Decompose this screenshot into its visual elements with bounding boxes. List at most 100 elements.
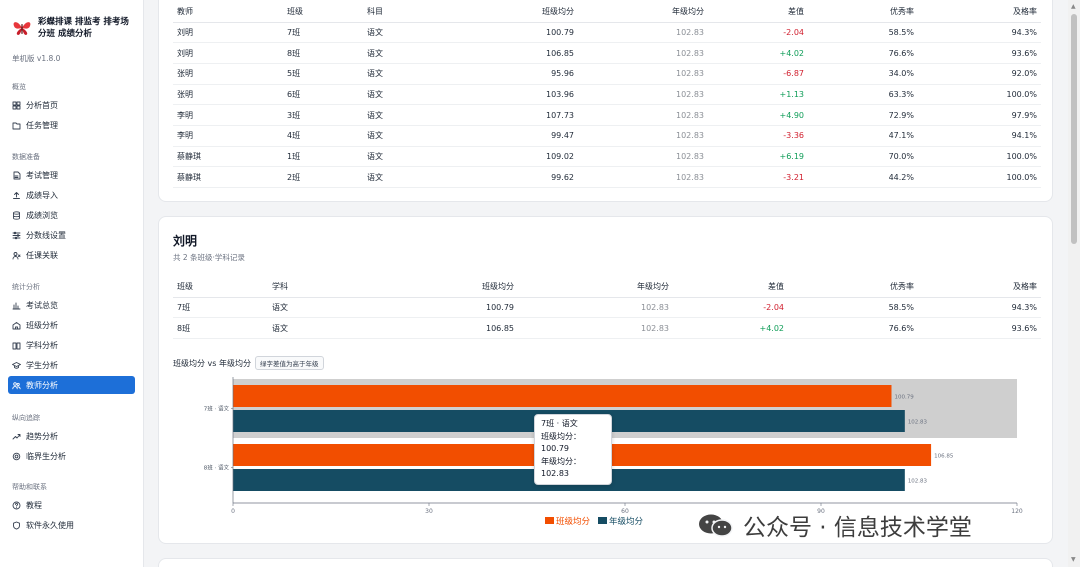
table-cell: +6.19 [708,146,808,168]
table-cell: 6班 [283,84,363,106]
legend-swatch [598,517,608,524]
sidebar-item-label: 考试管理 [26,170,58,180]
table-cell: 7班 [283,22,363,44]
sidebar-item-book[interactable]: 学科分析 [8,336,135,354]
sidebar-item-database[interactable]: 成绩浏览 [8,206,135,224]
legend-item[interactable]: 年级均分 [598,515,643,527]
scroll-up-arrow-icon[interactable]: ▲ [1071,3,1076,10]
sidebar-item-document[interactable]: 考试管理 [8,166,135,184]
sidebar-item-bar-chart[interactable]: 考试总览 [8,296,135,314]
table-cell: 103.96 [453,84,578,106]
table-cell: 92.0% [918,63,1041,85]
tooltip-grade-avg: 年级均分：102.83 [541,456,581,479]
category-tick-label: 8班 · 语文 [204,464,230,472]
folder-icon [12,122,21,129]
table-cell: 109.02 [453,146,578,168]
sidebar-item-label: 成绩浏览 [26,210,58,220]
sidebar-item-graduation-cap[interactable]: 学生分析 [8,356,135,374]
tooltip-class-avg: 班级均分：100.79 [541,431,581,454]
table-cell: 刘明 [173,42,283,64]
column-header: 差值 [673,276,788,298]
column-header: 班级均分 [453,1,578,23]
sidebar-item-trend[interactable]: 趋势分析 [8,427,135,445]
table-cell: 语文 [363,84,453,106]
table-cell: 1班 [283,146,363,168]
sidebar-item-target[interactable]: 临界生分析 [8,447,135,465]
sidebar-item-upload[interactable]: 成绩导入 [8,186,135,204]
scroll-down-arrow-icon[interactable]: ▼ [1071,556,1076,563]
table-cell: 99.47 [453,125,578,147]
sidebar-item-label: 临界生分析 [26,451,66,461]
table-cell: +1.13 [708,84,808,106]
sidebar: 彩蝶排课 排监考 排考场 分班 成绩分析 单机版 v1.8.0 概览 分析首页 任务… [0,0,144,567]
table-cell: +4.02 [708,42,808,64]
table-cell: 刘明 [173,22,283,44]
table-cell: 97.9% [918,104,1041,126]
shield-icon [13,521,20,530]
table-cell: -3.21 [708,166,808,188]
table-cell: 102.83 [578,42,708,64]
page-scrollbar[interactable]: ▲ ▼ [1068,0,1080,567]
sidebar-item-users[interactable]: 教师分析 [8,376,135,394]
table-row: 7班 语文 100.79 102.83 -2.04 58.5% 94.3% [173,297,1041,319]
table-cell: +4.02 [673,317,788,339]
upload-icon [13,191,20,199]
document-icon [13,171,21,179]
table-cell: 100.0% [918,84,1041,106]
brand: 彩蝶排课 排监考 排考场 分班 成绩分析 [12,16,138,40]
target-icon [12,452,21,460]
app-title: 彩蝶排课 排监考 排考场 分班 成绩分析 [38,17,129,39]
x-tick-label: 60 [621,508,629,515]
table-cell: 47.1% [808,125,918,147]
column-header: 班级均分 [378,276,518,298]
sidebar-item-label: 教师分析 [26,380,58,390]
chart-legend: 班级均分 年级均分 [545,515,643,527]
sidebar-item-folder[interactable]: 任务管理 [8,116,135,134]
table-cell: 72.9% [808,104,918,126]
sidebar-item-label: 考试总览 [26,300,58,310]
sidebar-item-school[interactable]: 班级分析 [8,316,135,334]
table-row: 刘明 8班 语文 106.85 102.83 +4.02 76.6% 93.6% [173,42,1041,64]
legend-item[interactable]: 班级均分 [545,515,590,527]
table-cell: 李明 [173,125,283,147]
table-cell: 4班 [283,125,363,147]
table-cell: 102.83 [578,104,708,126]
table-cell: 94.1% [918,125,1041,147]
category-tick-label: 7班 · 语文 [204,405,230,413]
table-cell: 93.6% [918,317,1041,339]
table-cell: 语文 [363,146,453,168]
column-header: 科目 [363,1,453,23]
sidebar-item-label: 任务管理 [26,120,58,130]
table-cell: -2.04 [708,22,808,44]
table-cell: 102.83 [578,166,708,188]
sidebar-item-label: 趋势分析 [26,431,58,441]
table-row: 李明 4班 语文 99.47 102.83 -3.36 47.1% 94.1% [173,125,1041,147]
chart-bar[interactable] [233,385,892,407]
table-cell: 95.96 [453,63,578,85]
legend-label: 年级均分 [609,517,644,527]
sidebar-item-label: 软件永久使用 [26,520,74,530]
table-cell: 7班 [173,297,268,319]
column-header: 优秀率 [808,1,918,23]
table-row: 张明 6班 语文 103.96 102.83 +1.13 63.3% 100.0% [173,84,1041,106]
column-header: 差值 [708,1,808,23]
sidebar-item-grid[interactable]: 分析首页 [8,96,135,114]
scroll-thumb[interactable] [1071,14,1077,244]
bar-value-label: 102.83 [908,420,928,426]
watermark-text: 公众号 · 信息技术学堂 [743,515,972,541]
sidebar-item-help[interactable]: 教程 [8,496,135,514]
sidebar-item-user-link[interactable]: 任课关联 [8,246,135,264]
teacher-summary-table: 教师 班级 科目 班级均分 年级均分 差值 优秀率 及格率 刘明 7班 语文 100.79 102.8… [173,1,1041,188]
table-cell: 蔡静琪 [173,146,283,168]
teacher-summary-card: 教师 班级 科目 班级均分 年级均分 差值 优秀率 及格率 刘明 7班 语文 100.79 102.8… [158,0,1053,202]
table-cell: 张明 [173,84,283,106]
table-row: 李明 3班 语文 107.73 102.83 +4.90 72.9% 97.9% [173,104,1041,126]
x-tick-label: 120 [1011,508,1023,515]
table-cell: 102.83 [578,63,708,85]
table-row: 蔡静琪 1班 语文 109.02 102.83 +6.19 70.0% 100.0% [173,146,1041,168]
table-cell: 102.83 [578,84,708,106]
sidebar-item-sliders[interactable]: 分数线设置 [8,226,135,244]
sidebar-item-shield[interactable]: 软件永久使用 [8,516,135,534]
table-cell: 34.0% [808,63,918,85]
wechat-icon [699,514,733,537]
